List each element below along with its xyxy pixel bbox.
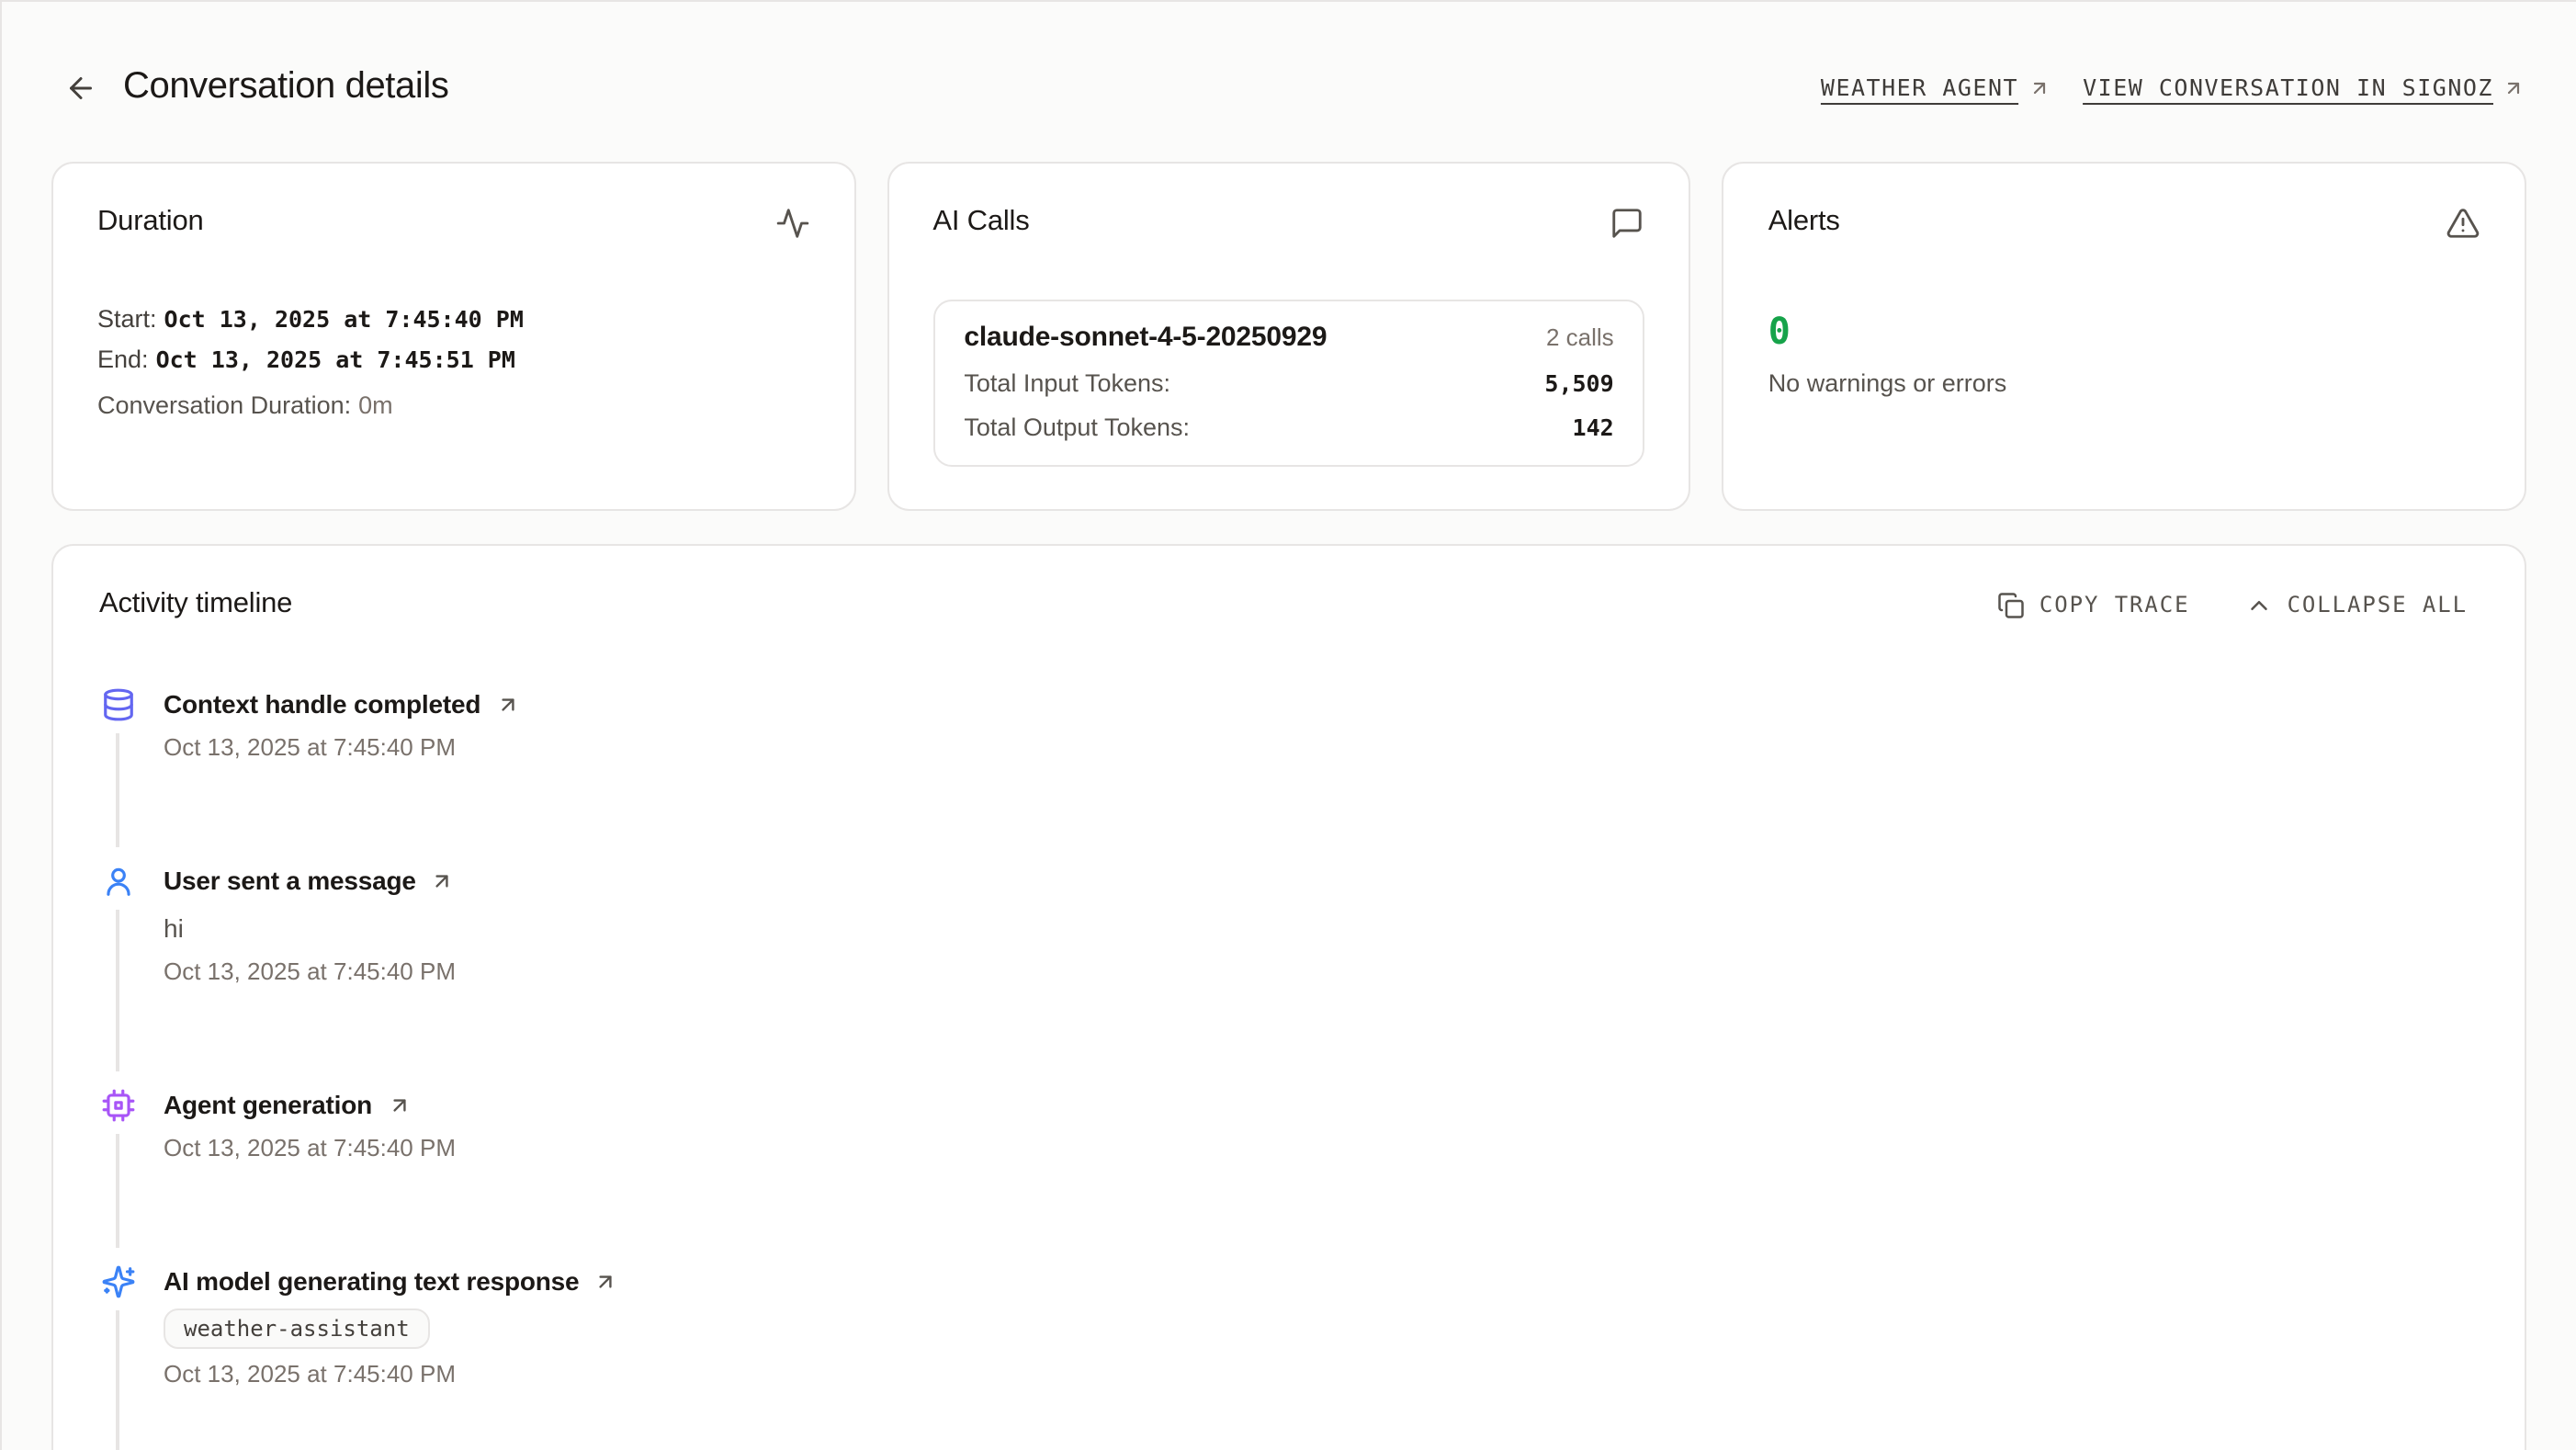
timeline-item-title: Agent generation xyxy=(164,1090,372,1119)
timeline-item-title: User sent a message xyxy=(164,866,416,895)
user-icon xyxy=(99,862,136,899)
weather-agent-link[interactable]: WEATHER AGENT xyxy=(1821,74,2050,101)
database-icon xyxy=(99,685,136,722)
ai-calls-card: AI Calls claude-sonnet-4-5-20250929 2 ca… xyxy=(887,162,1690,511)
timeline-item-ai-text-response: AI model generating text response weathe… xyxy=(99,1263,2479,1450)
end-value: Oct 13, 2025 at 7:45:51 PM xyxy=(156,346,515,373)
ai-calls-card-title: AI Calls xyxy=(932,206,1029,239)
timeline-item-title: Context handle completed xyxy=(164,689,480,719)
timeline-item-title: AI model generating text response xyxy=(164,1266,579,1296)
message-square-icon xyxy=(1610,205,1645,240)
timeline-item-user-message: User sent a message hi Oct 13, 2025 at 7… xyxy=(99,862,2479,1086)
sparkles-icon xyxy=(99,1263,136,1299)
open-span-icon[interactable] xyxy=(593,1269,617,1293)
back-button[interactable] xyxy=(62,69,99,106)
conversation-duration-row: Conversation Duration:0m xyxy=(97,386,809,426)
input-tokens-label: Total Input Tokens: xyxy=(964,369,1170,397)
open-span-icon[interactable] xyxy=(387,1093,411,1116)
alerts-count: 0 xyxy=(1768,307,2480,355)
view-conversation-link-label: VIEW CONVERSATION IN SIGNOZ xyxy=(2083,74,2493,101)
alerts-message: No warnings or errors xyxy=(1768,369,2480,397)
model-call-count: 2 calls xyxy=(1546,323,1614,351)
model-usage-card: claude-sonnet-4-5-20250929 2 calls Total… xyxy=(932,300,1644,467)
end-label: End: xyxy=(97,346,149,373)
page-title: Conversation details xyxy=(123,66,448,108)
timeline-item-body: hi xyxy=(164,910,2479,946)
end-time-row: End: Oct 13, 2025 at 7:45:51 PM xyxy=(97,340,809,380)
activity-timeline-card: Activity timeline COPY TRACE COLLAPSE AL… xyxy=(51,544,2526,1450)
timeline-item-agent-generation: Agent generation Oct 13, 2025 at 7:45:40… xyxy=(99,1086,2479,1263)
view-conversation-in-signoz-link[interactable]: VIEW CONVERSATION IN SIGNOZ xyxy=(2083,74,2525,101)
timeline-item-timestamp: Oct 13, 2025 at 7:45:40 PM xyxy=(164,1132,2479,1163)
start-time-row: Start:Oct 13, 2025 at 7:45:40 PM xyxy=(97,300,809,340)
duration-card-title: Duration xyxy=(97,206,204,239)
copy-trace-label: COPY TRACE xyxy=(2039,592,2190,617)
output-tokens-value: 142 xyxy=(1573,413,1614,441)
activity-icon xyxy=(774,205,809,240)
page: Conversation details WEATHER AGENT VIEW … xyxy=(0,0,2576,1450)
triangle-alert-icon xyxy=(2446,205,2480,240)
start-value: Oct 13, 2025 at 7:45:40 PM xyxy=(164,305,524,333)
copy-icon xyxy=(1997,591,2025,618)
timeline-item-context-handle: Context handle completed Oct 13, 2025 at… xyxy=(99,685,2479,862)
agent-name-badge: weather-assistant xyxy=(164,1308,430,1349)
copy-trace-button[interactable]: COPY TRACE xyxy=(1997,591,2190,618)
timeline-item-timestamp: Oct 13, 2025 at 7:45:40 PM xyxy=(164,956,2479,987)
weather-agent-link-label: WEATHER AGENT xyxy=(1821,74,2018,101)
open-span-icon[interactable] xyxy=(431,868,455,892)
start-label: Start: xyxy=(97,305,157,333)
output-tokens-row: Total Output Tokens: 142 xyxy=(964,413,1613,441)
chevron-up-icon xyxy=(2245,591,2273,618)
external-link-icon xyxy=(2028,76,2050,98)
timeline-list: Context handle completed Oct 13, 2025 at… xyxy=(99,685,2479,1450)
page-header: Conversation details WEATHER AGENT VIEW … xyxy=(2,2,2576,162)
summary-cards: Duration Start:Oct 13, 2025 at 7:45:40 P… xyxy=(2,162,2576,511)
output-tokens-label: Total Output Tokens: xyxy=(964,413,1190,441)
model-name: claude-sonnet-4-5-20250929 xyxy=(964,322,1327,353)
cpu-icon xyxy=(99,1086,136,1123)
timeline-item-timestamp: Oct 13, 2025 at 7:45:40 PM xyxy=(164,731,2479,763)
activity-timeline-title: Activity timeline xyxy=(99,588,292,621)
collapse-all-label: COLLAPSE ALL xyxy=(2288,592,2468,617)
external-link-icon xyxy=(2503,76,2525,98)
input-tokens-value: 5,509 xyxy=(1544,369,1613,397)
alerts-card-title: Alerts xyxy=(1768,206,1840,239)
arrow-left-icon xyxy=(64,71,97,104)
conversation-duration-label: Conversation Duration: xyxy=(97,391,351,419)
timeline-item-timestamp: Oct 13, 2025 at 7:45:40 PM xyxy=(164,1358,2479,1389)
alerts-card: Alerts 0 No warnings or errors xyxy=(1723,162,2526,511)
input-tokens-row: Total Input Tokens: 5,509 xyxy=(964,369,1613,397)
conversation-duration-value: 0m xyxy=(358,391,393,419)
collapse-all-button[interactable]: COLLAPSE ALL xyxy=(2245,591,2468,618)
header-links: WEATHER AGENT VIEW CONVERSATION IN SIGNO… xyxy=(1821,74,2525,101)
open-span-icon[interactable] xyxy=(495,692,519,716)
duration-card: Duration Start:Oct 13, 2025 at 7:45:40 P… xyxy=(51,162,855,511)
